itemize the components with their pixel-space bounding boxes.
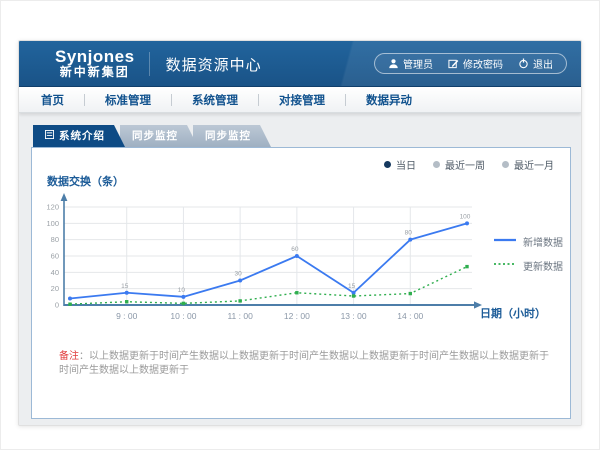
range-option-label: 当日 (396, 157, 416, 172)
range-option-1[interactable]: 最近一周 (433, 157, 485, 172)
user-toolbar: 管理员 修改密码 退出 (374, 53, 567, 74)
nav-item-3[interactable]: 对接管理 (259, 92, 345, 108)
header-button-0[interactable]: 管理员 (388, 56, 433, 71)
chart-panel: 当日 最近一周 最近一月 数据交换（条） 0 20 40 60 80 100 120 9 : 00… (31, 147, 571, 419)
tab-2[interactable]: 同步监控 (193, 125, 271, 147)
svg-text:9 : 00: 9 : 00 (116, 311, 138, 321)
svg-text:120: 120 (46, 203, 59, 212)
range-option-label: 最近一月 (514, 157, 554, 172)
svg-text:20: 20 (51, 284, 59, 293)
svg-text:100: 100 (460, 213, 471, 220)
tab-label: 同步监控 (132, 125, 178, 147)
svg-text:15: 15 (121, 283, 129, 290)
time-range-selector: 当日 最近一周 最近一月 (384, 157, 554, 172)
content-area: 系统介绍 同步监控 同步监控 当日 最近一周 最近一月 数据交换（条） 0 20 40 60 8… (19, 113, 581, 425)
tab-label: 同步监控 (205, 125, 251, 147)
user-icon (388, 58, 399, 69)
legend-line-sample (494, 260, 516, 271)
nav-item-0[interactable]: 首页 (21, 92, 84, 108)
page-title: 数据资源中心 (149, 52, 262, 76)
header-button-label: 退出 (533, 56, 553, 71)
radio-selected-icon (384, 161, 391, 168)
radio-unselected-icon (502, 161, 509, 168)
document-icon (45, 125, 54, 147)
app-window: Synjones 新中新集团 数据资源中心 管理员修改密码退出 首页标准管理系统… (18, 40, 582, 426)
legend-item-1[interactable]: 更新数据 (494, 258, 563, 273)
y-axis-title: 数据交换（条） (47, 173, 124, 189)
brand-logo-cn: 新中新集团 (55, 66, 135, 79)
svg-text:14 : 00: 14 : 00 (397, 311, 423, 321)
tab-label: 系统介绍 (59, 125, 105, 147)
svg-text:10: 10 (178, 287, 186, 294)
svg-text:30: 30 (235, 271, 243, 278)
app-header: Synjones 新中新集团 数据资源中心 管理员 修改密码 退出 (19, 41, 581, 87)
range-option-label: 最近一周 (445, 157, 485, 172)
edit-icon (448, 58, 459, 69)
x-axis-title: 日期（小时） (480, 305, 546, 321)
footnote-label: 备注 (59, 351, 79, 362)
nav-item-1[interactable]: 标准管理 (85, 92, 171, 108)
power-icon (518, 58, 529, 69)
svg-text:40: 40 (51, 268, 59, 277)
legend-line-sample (494, 236, 516, 247)
chart-legend: 新增数据更新数据 (494, 234, 563, 273)
footnote-text: ：以上数据更新于时间产生数据以上数据更新于时间产生数据以上数据更新于时间产生数据… (59, 351, 549, 376)
nav-item-4[interactable]: 数据异动 (346, 92, 432, 108)
svg-text:11 : 00: 11 : 00 (227, 311, 253, 321)
header-button-label: 管理员 (403, 56, 433, 71)
svg-text:100: 100 (46, 219, 59, 228)
footnote: 备注：以上数据更新于时间产生数据以上数据更新于时间产生数据以上数据更新于时间产生… (59, 350, 552, 378)
screenshot-stage: Synjones 新中新集团 数据资源中心 管理员修改密码退出 首页标准管理系统… (0, 0, 600, 450)
nav-item-2[interactable]: 系统管理 (172, 92, 258, 108)
legend-label: 新增数据 (523, 234, 563, 249)
svg-text:12 : 00: 12 : 00 (284, 311, 310, 321)
chart-container: 0 20 40 60 80 100 120 9 : 00 10 : 00 11 : 00 12 : … (42, 192, 487, 344)
tab-1[interactable]: 同步监控 (120, 125, 198, 147)
header-button-2[interactable]: 退出 (518, 56, 553, 71)
brand-logo: Synjones 新中新集团 (55, 48, 135, 78)
header-button-1[interactable]: 修改密码 (448, 56, 503, 71)
svg-text:13 : 00: 13 : 00 (341, 311, 367, 321)
svg-text:60: 60 (291, 246, 299, 253)
main-nav: 首页标准管理系统管理对接管理数据异动 (19, 87, 581, 113)
svg-text:60: 60 (51, 252, 59, 261)
header-button-label: 修改密码 (463, 56, 503, 71)
svg-text:80: 80 (51, 235, 59, 244)
tab-bar: 系统介绍 同步监控 同步监控 (33, 125, 271, 147)
brand-logo-en: Synjones (55, 48, 135, 66)
tab-0[interactable]: 系统介绍 (33, 125, 125, 147)
line-chart: 0 20 40 60 80 100 120 9 : 00 10 : 00 11 : 00 12 : … (42, 192, 487, 344)
range-option-0[interactable]: 当日 (384, 157, 416, 172)
legend-label: 更新数据 (523, 258, 563, 273)
svg-text:0: 0 (55, 301, 59, 310)
svg-text:80: 80 (405, 230, 413, 237)
radio-unselected-icon (433, 161, 440, 168)
svg-text:10 : 00: 10 : 00 (170, 311, 196, 321)
range-option-2[interactable]: 最近一月 (502, 157, 554, 172)
legend-item-0[interactable]: 新增数据 (494, 234, 563, 249)
svg-text:15: 15 (348, 283, 356, 290)
